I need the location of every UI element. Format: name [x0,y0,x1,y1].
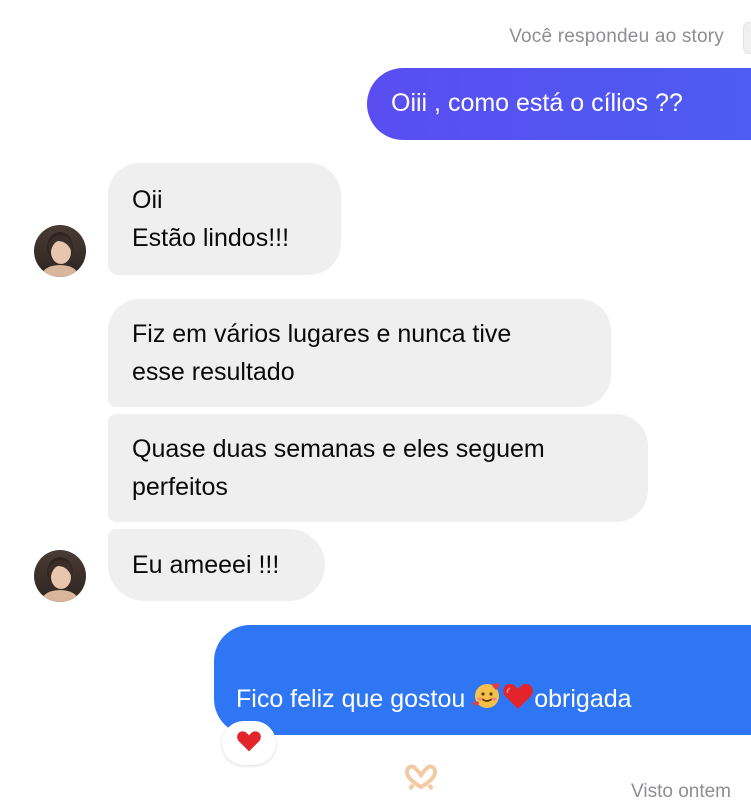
avatar[interactable] [34,550,86,602]
smiling-face-with-hearts-icon [472,681,502,722]
red-heart-icon [236,729,262,758]
incoming-message[interactable]: Fiz em vários lugares e nunca tive esse … [108,299,611,407]
incoming-message[interactable]: Eu ameeei !!! [108,529,325,601]
seen-status: Visto ontem [631,781,731,802]
heart-hands-icon [404,763,438,802]
message-text: Fico feliz que gostou [236,685,473,713]
story-reply-label: Você respondeu ao story [509,26,724,47]
message-text: obrigada [534,685,632,713]
outgoing-message[interactable]: Fico feliz que gostou obrigada pela conf… [214,625,751,793]
message-reaction[interactable] [222,721,276,765]
avatar[interactable] [34,225,86,277]
incoming-message[interactable]: Quase duas semanas e eles seguem perfeit… [108,414,648,522]
chat-thread: Você respondeu ao story Oiii , como está… [0,0,751,802]
message-text: pela confiança [236,765,405,793]
red-heart-icon [502,681,534,722]
outgoing-message[interactable]: Oiii , como está o cílios ?? [367,68,751,140]
story-thumbnail[interactable] [743,22,751,54]
incoming-message[interactable]: Oii Estão lindos!!! [108,163,341,275]
